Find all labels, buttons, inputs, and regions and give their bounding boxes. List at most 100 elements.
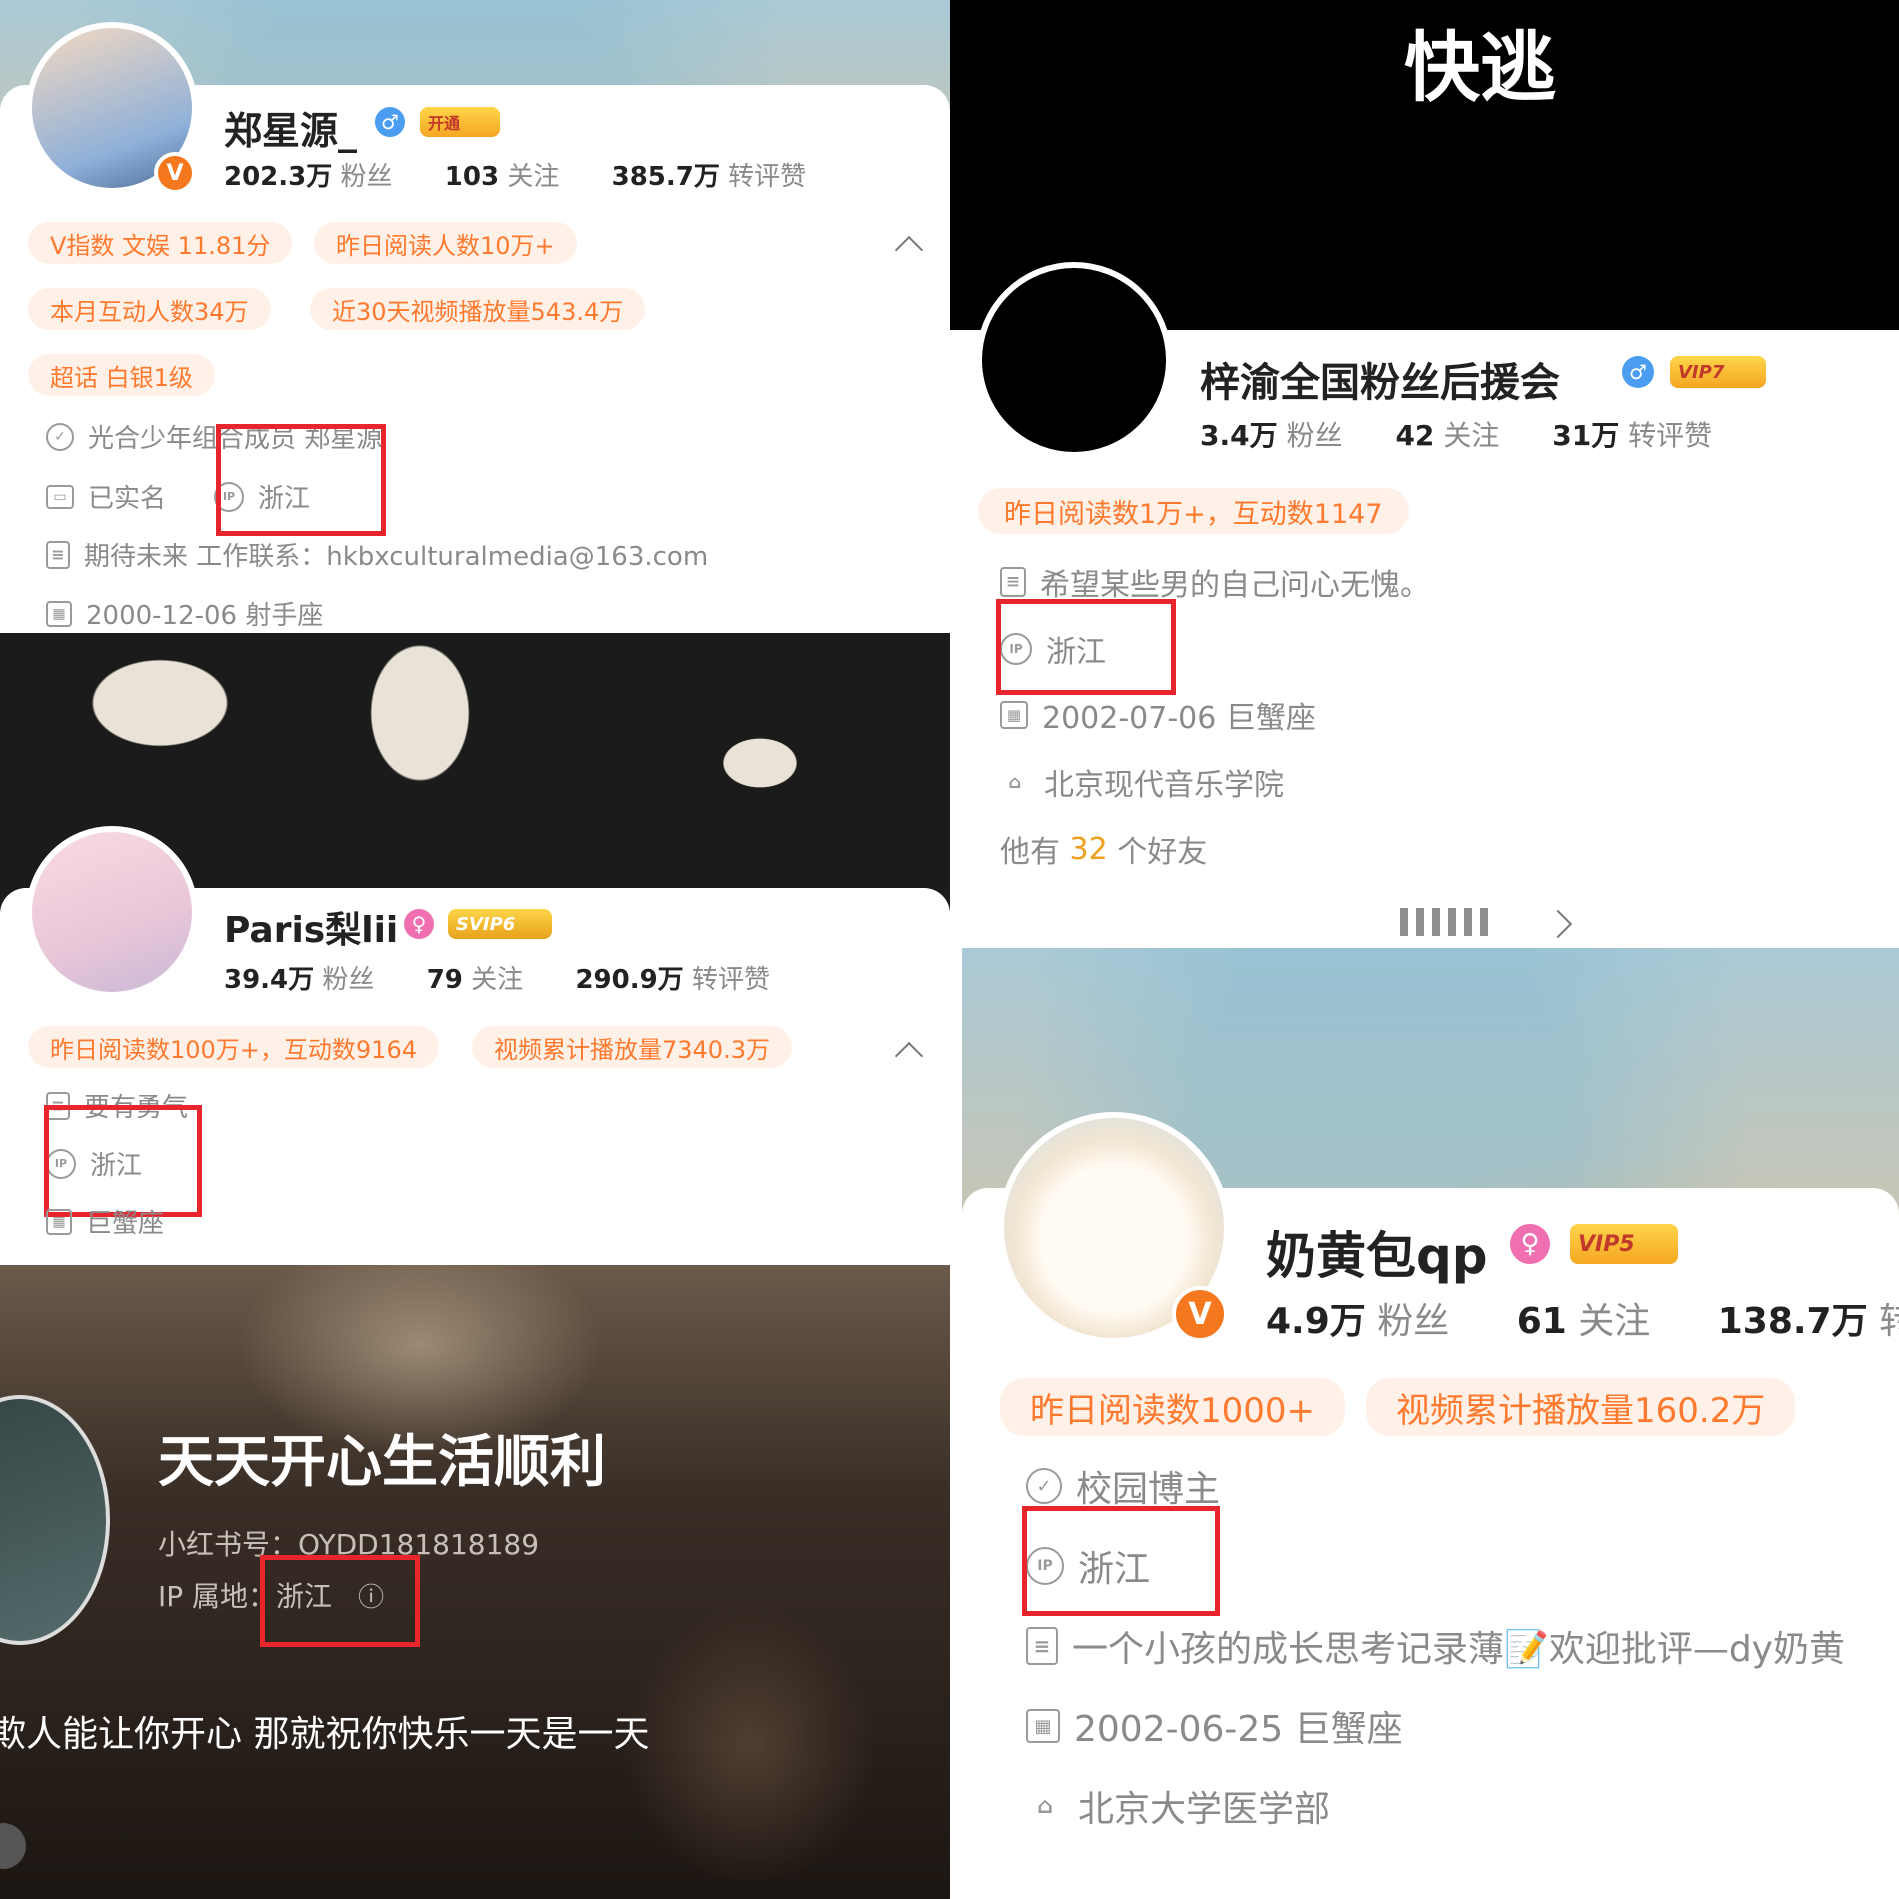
bio-row: ≡ 希望某些男的自己问心无愧。	[1000, 560, 1430, 604]
school-icon: ⌂	[1037, 1793, 1053, 1819]
follow-count[interactable]: 79	[427, 965, 463, 995]
profile-name: 奶黄包qp	[1266, 1227, 1488, 1285]
profile-panel-naihuangbao: V 奶黄包qp ♀ VIP5 4.9万 粉丝 61 关注 138.7万 转 昨日…	[962, 948, 1899, 1899]
profile-name: 梓渝全国粉丝后援会	[1200, 360, 1560, 406]
school-row: ⌂ 北京大学医学部	[1026, 1780, 1330, 1832]
highlight-box	[260, 1555, 420, 1647]
vip-open-badge[interactable]: 开通	[420, 107, 500, 137]
likes-label: 转评赞	[1628, 419, 1713, 452]
tag-video-plays[interactable]: 近30天视频播放量543.4万	[310, 288, 646, 330]
shield-icon: ✓	[1026, 1468, 1062, 1504]
tag-daily-readers[interactable]: 昨日阅读人数10万+	[314, 222, 577, 264]
tag-v-index[interactable]: V指数 文娱 11.81分	[28, 222, 293, 264]
likes-count: 138.7万	[1717, 1301, 1868, 1342]
tag-video-plays[interactable]: 视频累计播放量160.2万	[1366, 1378, 1796, 1436]
follow-count[interactable]: 61	[1517, 1301, 1567, 1342]
school-text: 北京大学医学部	[1078, 1789, 1331, 1830]
profile-stats: 4.9万 粉丝 61 关注 138.7万 转	[1266, 1292, 1899, 1344]
male-icon: ♂	[375, 107, 405, 137]
ip-label: IP 属地：	[158, 1580, 277, 1613]
friends-prefix: 他有	[1000, 835, 1060, 870]
fans-label: 粉丝	[1377, 1301, 1450, 1342]
likes-count: 31万	[1552, 419, 1620, 452]
tag-supertopic[interactable]: 超话 白银1级	[28, 354, 215, 396]
follow-count[interactable]: 42	[1395, 419, 1434, 452]
follow-label: 关注	[507, 162, 560, 192]
school-text: 北京现代音乐学院	[1044, 768, 1284, 803]
likes-label: 转	[1879, 1301, 1899, 1342]
likes-count: 385.7万	[611, 162, 720, 192]
highlight-box	[1022, 1506, 1220, 1616]
tag-monthly-interactions[interactable]: 本月互动人数34万	[28, 288, 271, 330]
birthday-row: ▦ 巨蟹座	[46, 1203, 164, 1240]
tag-daily-reads[interactable]: 昨日阅读数100万+，互动数9164	[28, 1026, 439, 1068]
background-photo	[0, 1265, 950, 1899]
profile-stats: 202.3万 粉丝 103 关注 385.7万 转评赞	[224, 156, 850, 193]
calendar-icon: ▦	[46, 1208, 72, 1235]
avatar[interactable]	[976, 262, 1172, 458]
id-card-icon: ▭	[46, 484, 74, 509]
verified-v-badge-icon: V	[1172, 1286, 1228, 1342]
birthday-row: ▦ 2000-12-06 射手座	[46, 595, 323, 632]
fans-count[interactable]: 3.4万	[1200, 419, 1278, 452]
svip-badge[interactable]: SVIP6	[448, 909, 552, 939]
profile-stats: 39.4万 粉丝 79 关注 290.9万 转评赞	[224, 959, 814, 996]
vip-badge[interactable]: VIP5	[1570, 1224, 1678, 1264]
follow-count[interactable]: 103	[445, 162, 499, 192]
verified-v-badge-icon: V	[154, 152, 196, 194]
profile-panel-fanclub: 快逃 梓渝全国粉丝后援会 ♂ VIP7 3.4万 粉丝 42 关注 31万 转评…	[950, 0, 1899, 948]
fans-count[interactable]: 4.9万	[1266, 1301, 1366, 1342]
doc-icon: ≡	[1000, 567, 1026, 597]
caption: 欺人能让你开心 那就祝你快乐一天是一天	[0, 1714, 650, 1755]
highlight-box	[44, 1105, 202, 1217]
profile-stats: 3.4万 粉丝 42 关注 31万 转评赞	[1200, 414, 1756, 454]
profile-name: 郑星源_	[224, 109, 358, 153]
realname-text: 已实名	[88, 484, 167, 514]
profile-name: Paris梨lii	[224, 910, 399, 951]
fans-label: 粉丝	[340, 162, 393, 192]
banner-text: 快逃	[1404, 23, 1556, 112]
calendar-icon: ▦	[1000, 701, 1028, 729]
fans-count[interactable]: 39.4万	[224, 965, 314, 995]
shield-icon: ✓	[46, 422, 74, 451]
tag-daily-reads[interactable]: 昨日阅读数1000+	[1000, 1378, 1346, 1436]
bio-row: ≡ 期待未来 工作联系：hkbxculturalmedia@163.com	[46, 536, 708, 573]
bio-text: 希望某些男的自己问心无愧。	[1040, 568, 1430, 603]
calendar-icon: ▦	[1026, 1709, 1060, 1743]
follow-label: 关注	[471, 965, 524, 995]
female-icon: ♀	[1510, 1224, 1550, 1264]
friends-avatars-strip[interactable]	[1400, 908, 1496, 936]
school-icon: ⌂	[1008, 771, 1022, 793]
likes-label: 转评赞	[691, 965, 770, 995]
follow-label: 关注	[1443, 419, 1500, 452]
birthday-row: ▦ 2002-06-25 巨蟹座	[1026, 1700, 1403, 1752]
birthday-text: 2000-12-06 射手座	[86, 601, 324, 631]
bio-text: 一个小孩的成长思考记录薄📝欢迎批评—dy奶黄	[1072, 1629, 1845, 1670]
birthday-text: 巨蟹座	[86, 1209, 165, 1239]
friends-count: 32	[1069, 831, 1108, 867]
calendar-icon: ▦	[46, 600, 72, 627]
bio-row: ≡ 一个小孩的成长思考记录薄📝欢迎批评—dy奶黄	[1026, 1620, 1845, 1672]
verified-text: 校园博主	[1076, 1469, 1221, 1510]
fans-label: 粉丝	[322, 965, 375, 995]
profile-panel-rednote: 天天开心生活顺利 小红书号：OYDD181818189 IP 属地： 浙江 ⓘ …	[0, 1265, 950, 1899]
highlight-box	[216, 424, 386, 536]
birthday-row: ▦ 2002-07-06 巨蟹座	[1000, 693, 1316, 737]
vip-badge[interactable]: VIP7	[1670, 356, 1766, 388]
friends-row[interactable]: 他有 32 个好友	[1000, 827, 1207, 871]
avatar[interactable]	[26, 826, 198, 998]
male-icon: ♂	[1622, 356, 1654, 388]
female-icon: ♀	[404, 909, 434, 939]
school-row: ⌂ 北京现代音乐学院	[1000, 760, 1284, 804]
tag-video-plays[interactable]: 视频累计播放量7340.3万	[472, 1026, 792, 1068]
birthday-text: 2002-06-25 巨蟹座	[1074, 1709, 1403, 1750]
follow-label: 关注	[1578, 1301, 1651, 1342]
birthday-text: 2002-07-06 巨蟹座	[1042, 701, 1316, 736]
bio-text: 期待未来 工作联系：hkbxculturalmedia@163.com	[84, 542, 709, 572]
doc-icon: ≡	[1026, 1627, 1058, 1665]
profile-title: 天天开心生活顺利	[158, 1430, 606, 1495]
friends-suffix: 个好友	[1117, 835, 1208, 870]
tag-daily-reads[interactable]: 昨日阅读数1万+，互动数1147	[978, 488, 1409, 534]
profile-panel-zheng: V 郑星源_ ♂ 开通 202.3万 粉丝 103 关注 385.7万 转评赞 …	[0, 0, 950, 633]
fans-count[interactable]: 202.3万	[224, 162, 332, 192]
